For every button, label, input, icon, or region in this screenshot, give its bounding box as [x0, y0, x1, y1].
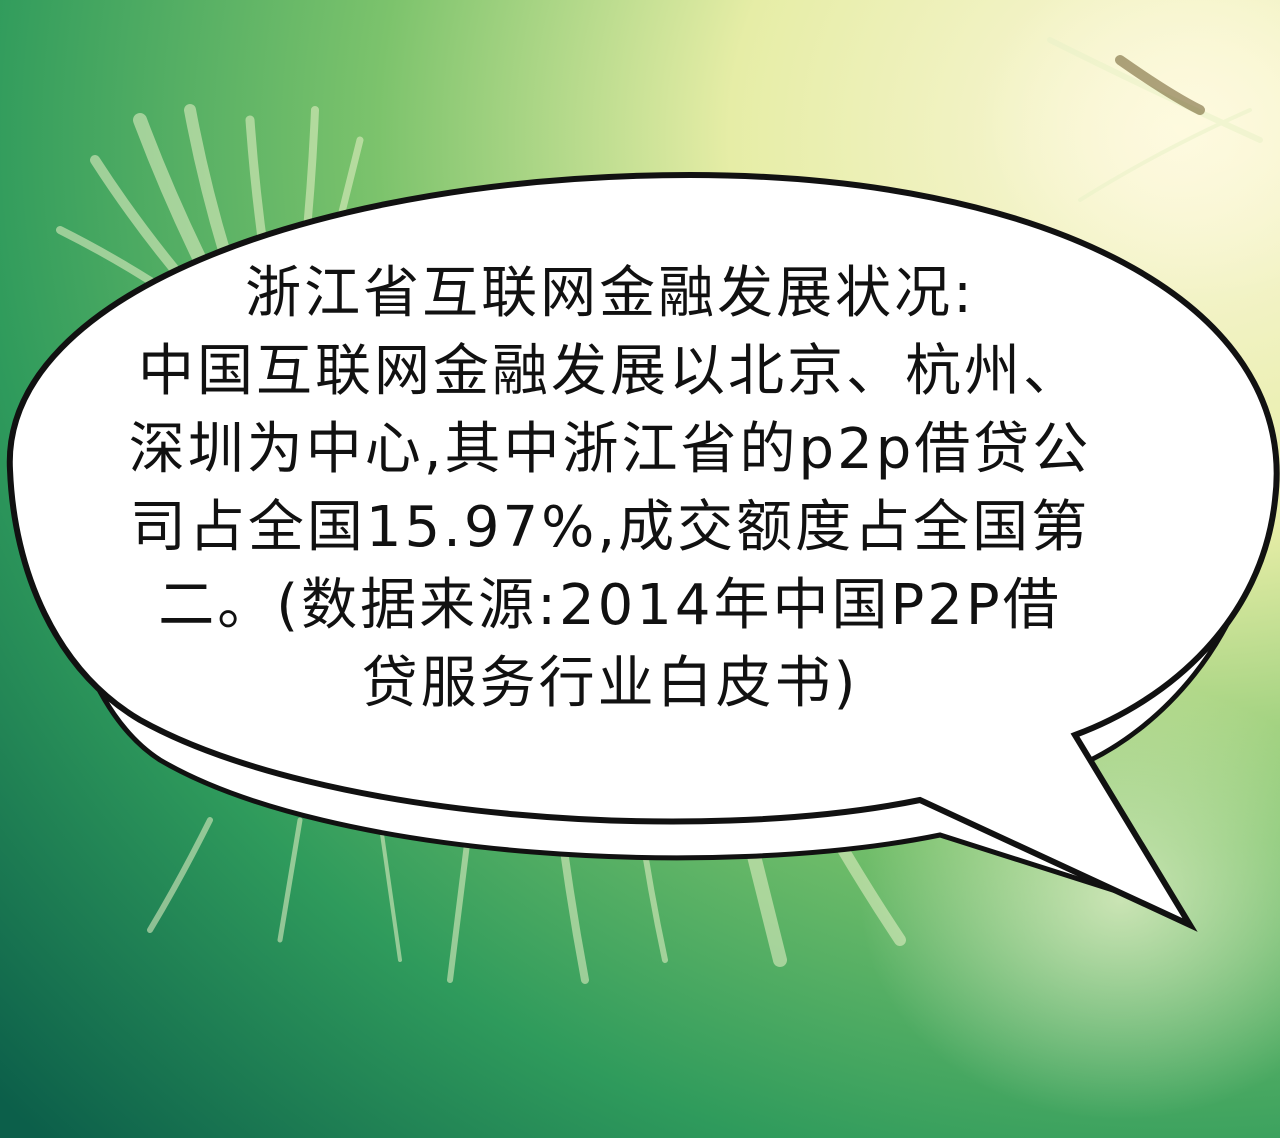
speech-bubble-text: 浙江省互联网金融发展状况: 中国互联网金融发展以北京、杭州、 深圳为中心,其中浙…: [40, 255, 1180, 723]
caption-line-1: 浙江省互联网金融发展状况:: [245, 261, 975, 326]
caption-line-6: 贷服务行业白皮书): [361, 651, 859, 716]
caption-line-2: 中国互联网金融发展以北京、杭州、: [138, 339, 1082, 404]
caption-line-5: 二。(数据来源:2014年中国P2P借: [158, 573, 1062, 638]
caption-line-4: 司占全国15.97%,成交额度占全国第: [129, 495, 1091, 560]
caption-line-3: 深圳为中心,其中浙江省的p2p借贷公: [128, 417, 1092, 482]
